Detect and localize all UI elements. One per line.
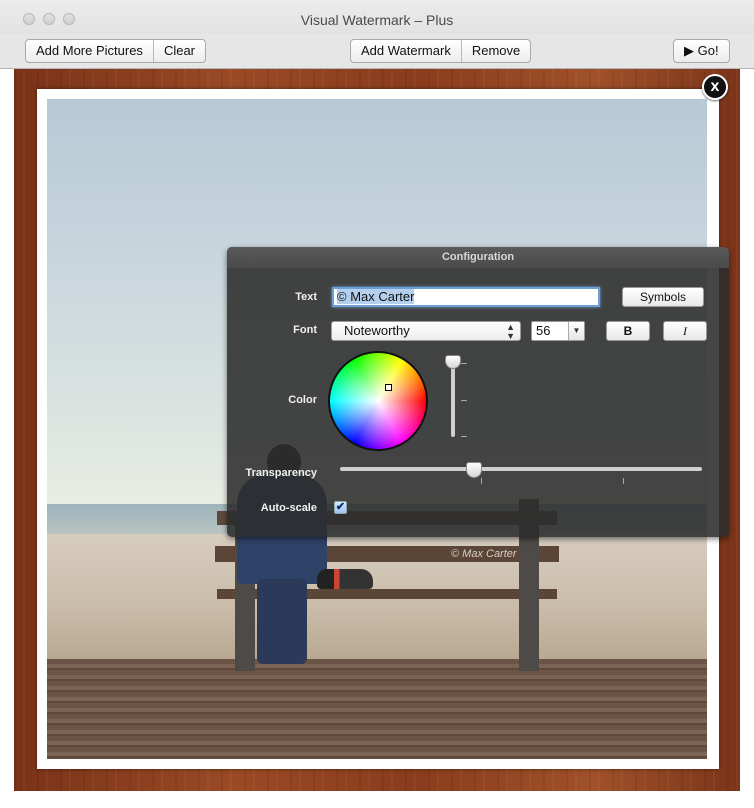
font-select-value: Noteworthy bbox=[344, 323, 410, 338]
font-select[interactable]: Noteworthy ▲ ▼ bbox=[331, 321, 521, 341]
brightness-slider-knob[interactable] bbox=[445, 355, 461, 369]
font-label: Font bbox=[293, 324, 317, 336]
clear-button[interactable]: Clear bbox=[154, 40, 205, 62]
watermark-preview-text[interactable]: © Max Carter bbox=[451, 548, 517, 560]
remove-button[interactable]: Remove bbox=[462, 40, 530, 62]
chevron-down-icon[interactable]: ▼ bbox=[568, 322, 584, 340]
person-legs bbox=[257, 579, 307, 664]
color-label: Color bbox=[288, 394, 317, 406]
symbols-button[interactable]: Symbols bbox=[622, 287, 704, 307]
slider-tick bbox=[461, 400, 467, 401]
brightness-slider[interactable] bbox=[451, 363, 455, 437]
italic-button[interactable]: I bbox=[663, 321, 707, 341]
slider-tick bbox=[461, 436, 467, 437]
sneakers bbox=[317, 569, 373, 589]
slider-tick bbox=[461, 363, 467, 364]
configuration-panel: Configuration Text © Max Carter Symbols … bbox=[227, 247, 729, 537]
transparency-label: Transparency bbox=[245, 467, 317, 479]
font-size-combo[interactable]: 56 ▼ bbox=[531, 321, 585, 341]
pictures-button-group: Add More Pictures Clear bbox=[25, 39, 207, 63]
go-button[interactable]: ▶ Go! bbox=[674, 40, 729, 62]
slider-tick bbox=[623, 478, 624, 484]
slider-tick bbox=[481, 478, 482, 484]
toolbar: Add More Pictures Clear Add Watermark Re… bbox=[0, 34, 754, 69]
boardwalk bbox=[47, 659, 707, 759]
app-window: Visual Watermark – Plus Add More Picture… bbox=[0, 0, 754, 808]
font-size-value: 56 bbox=[536, 323, 551, 338]
color-picker-handle[interactable] bbox=[385, 384, 392, 391]
add-watermark-button[interactable]: Add Watermark bbox=[351, 40, 462, 62]
watermark-text-field[interactable]: © Max Carter bbox=[332, 287, 600, 307]
autoscale-checkbox[interactable]: ✔ bbox=[334, 501, 347, 514]
updown-arrows-icon: ▲ ▼ bbox=[506, 322, 515, 341]
window-title: Visual Watermark – Plus bbox=[300, 12, 454, 28]
autoscale-label: Auto-scale bbox=[260, 502, 317, 514]
close-picture-icon[interactable]: x bbox=[702, 74, 728, 100]
transparency-slider-knob[interactable] bbox=[465, 462, 482, 478]
add-more-pictures-button[interactable]: Add More Pictures bbox=[26, 40, 154, 62]
text-selection: © Max Carter bbox=[337, 289, 415, 304]
color-wheel[interactable] bbox=[328, 351, 428, 451]
text-label: Text bbox=[295, 291, 317, 303]
go-button-group: ▶ Go! bbox=[673, 39, 730, 63]
bold-button[interactable]: B bbox=[606, 321, 650, 341]
configuration-title[interactable]: Configuration bbox=[227, 247, 729, 268]
title-bar: Visual Watermark – Plus bbox=[0, 0, 754, 34]
watermark-button-group: Add Watermark Remove bbox=[350, 39, 532, 63]
transparency-slider[interactable] bbox=[340, 467, 702, 471]
